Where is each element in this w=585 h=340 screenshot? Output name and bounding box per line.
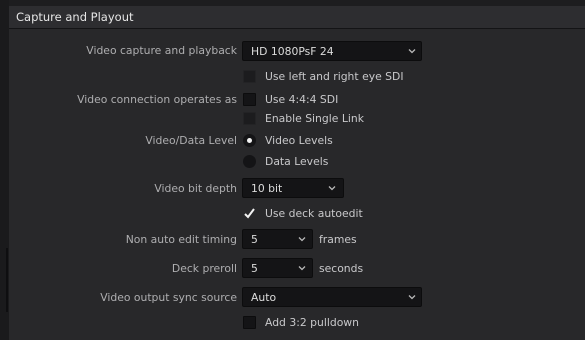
chevron-down-icon [408, 295, 416, 300]
deck-preroll-select[interactable]: 5 [242, 258, 313, 278]
use-444-sdi-checkbox[interactable] [243, 93, 256, 106]
chevron-down-icon [408, 49, 416, 54]
enable-single-link-checkbox[interactable] [243, 112, 256, 125]
non-auto-edit-timing-label: Non auto edit timing [125, 233, 237, 246]
radio-selected-dot [247, 138, 252, 143]
checkmark-icon [244, 208, 255, 219]
use-444-sdi-label: Use 4:4:4 SDI [265, 93, 339, 106]
deck-preroll-label: Deck preroll [171, 262, 237, 275]
video-output-sync-source-value: Auto [251, 291, 277, 304]
video-output-sync-source-label: Video output sync source [100, 291, 237, 304]
video-capture-select[interactable]: HD 1080PsF 24 [242, 41, 422, 61]
video-data-level-label: Video/Data Level [145, 134, 237, 147]
video-bit-depth-select[interactable]: 10 bit [242, 178, 344, 198]
left-right-eye-sdi-label: Use left and right eye SDI [265, 70, 404, 83]
video-levels-label: Video Levels [265, 134, 333, 147]
video-bit-depth-label: Video bit depth [154, 182, 237, 195]
left-right-eye-sdi-checkbox[interactable] [243, 70, 256, 83]
use-deck-autoedit-checkbox[interactable] [243, 207, 256, 220]
section-header[interactable]: Capture and Playout [9, 6, 585, 29]
add-32-pulldown-checkbox[interactable] [243, 316, 256, 329]
left-edge-strip [0, 0, 9, 340]
enable-single-link-label: Enable Single Link [265, 112, 364, 125]
video-capture-label: Video capture and playback [86, 44, 237, 57]
add-32-pulldown-label: Add 3:2 pulldown [265, 316, 359, 329]
use-deck-autoedit-label: Use deck autoedit [265, 207, 363, 220]
video-levels-radio[interactable] [243, 134, 256, 147]
seconds-unit-label: seconds [319, 262, 364, 275]
resize-handle[interactable] [6, 248, 8, 312]
chevron-down-icon [298, 266, 306, 271]
data-levels-label: Data Levels [265, 155, 329, 168]
frames-unit-label: frames [319, 233, 357, 246]
chevron-down-icon [328, 186, 336, 191]
video-connection-label: Video connection operates as [77, 93, 237, 106]
video-output-sync-source-select[interactable]: Auto [242, 287, 422, 307]
chevron-down-icon [298, 237, 306, 242]
video-capture-value: HD 1080PsF 24 [251, 45, 334, 58]
deck-preroll-value: 5 [251, 262, 258, 275]
section-title: Capture and Playout [16, 10, 134, 24]
data-levels-radio[interactable] [243, 155, 256, 168]
video-bit-depth-value: 10 bit [251, 182, 283, 195]
non-auto-edit-timing-value: 5 [251, 233, 258, 246]
non-auto-edit-timing-select[interactable]: 5 [242, 229, 313, 249]
